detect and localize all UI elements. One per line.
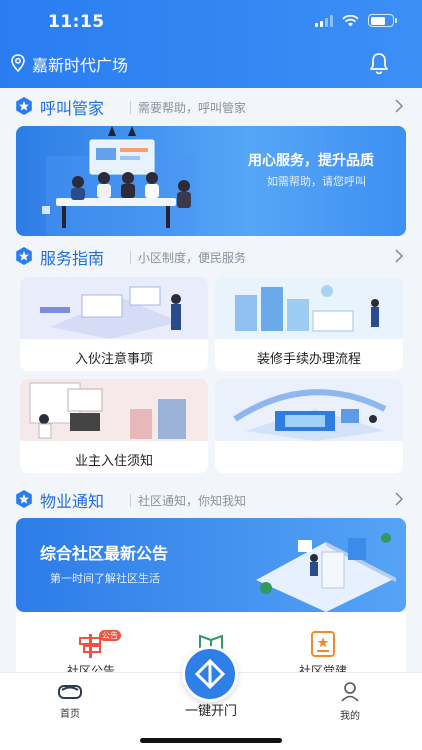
status-bar: 11:15: [0, 0, 422, 44]
community-name[interactable]: 嘉新时代广场: [32, 52, 128, 76]
guide-illustration: [215, 379, 403, 441]
door-key-icon: [194, 658, 226, 690]
notice-banner[interactable]: 综合社区最新公告 第一时间了解社区生活: [16, 518, 406, 612]
star-badge-icon: [16, 97, 32, 115]
section-subtitle: 需要帮助，呼叫管家: [138, 101, 247, 115]
section-header-guide[interactable]: 服务指南 小区制度，便民服务: [14, 242, 410, 270]
chevron-right-icon[interactable]: [394, 492, 404, 506]
star-badge-icon: [16, 247, 32, 265]
tab-label: 我的: [340, 711, 360, 722]
section-divider: [130, 494, 131, 507]
guide-card-label: 装修手续办理流程: [256, 352, 361, 367]
guide-illustration: [20, 277, 208, 339]
guide-card[interactable]: 业主入住须知: [20, 379, 208, 473]
status-icons: [315, 14, 397, 27]
status-time: 11:15: [48, 12, 105, 32]
open-door-label[interactable]: 一键开门: [171, 700, 251, 719]
guide-card-label: 入伙注意事项: [74, 352, 153, 367]
star-badge-icon: [16, 490, 32, 508]
location-bar[interactable]: 嘉新时代广场: [0, 46, 422, 80]
section-header-notice[interactable]: 物业通知 社区通知，你知我知: [14, 485, 410, 513]
guide-card-label: 业主入住须知: [74, 454, 153, 469]
guide-card[interactable]: 装修手续办理流程: [215, 277, 403, 371]
guide-card[interactable]: [215, 379, 403, 473]
banner-headline: 综合社区最新公告: [40, 544, 169, 563]
chevron-right-icon[interactable]: [394, 249, 404, 263]
section-divider: [130, 251, 131, 264]
tab-label: 首页: [60, 709, 80, 720]
home-indicator: [140, 738, 282, 743]
section-title: 服务指南: [40, 249, 105, 268]
section-header-call[interactable]: 呼叫管家 需要帮助，呼叫管家: [14, 92, 410, 120]
chevron-right-icon[interactable]: [394, 99, 404, 113]
signal-icon: [315, 14, 333, 27]
home-icon: [58, 685, 82, 699]
location-pin-icon: [11, 54, 25, 72]
section-subtitle: 社区通知，你知我知: [138, 494, 247, 508]
banner-subline: 如需帮助，请您呼叫: [267, 175, 366, 188]
guide-illustration: [20, 379, 208, 441]
tab-mine[interactable]: 我的: [320, 681, 380, 722]
user-icon: [341, 682, 359, 702]
banner-subline: 第一时间了解社区生活: [50, 572, 160, 585]
section-divider: [130, 101, 131, 114]
bell-icon[interactable]: [368, 51, 390, 75]
community-illustration: [256, 533, 396, 612]
call-butler-banner[interactable]: 用心服务，提升品质 如需帮助，请您呼叫: [16, 126, 406, 236]
battery-icon: [368, 14, 397, 27]
banner-headline: 用心服务，提升品质: [248, 153, 374, 169]
meeting-illustration: [42, 126, 196, 236]
guide-card[interactable]: 入伙注意事项: [20, 277, 208, 371]
section-subtitle: 小区制度，便民服务: [138, 251, 247, 265]
guide-illustration: [215, 277, 403, 339]
new-badge: 公告: [99, 630, 121, 641]
section-title: 物业通知: [40, 492, 105, 511]
party-emblem-icon: [311, 631, 335, 657]
tab-home[interactable]: 首页: [40, 681, 100, 720]
section-title: 呼叫管家: [40, 99, 105, 118]
open-door-button[interactable]: [182, 646, 238, 702]
wifi-icon: [342, 14, 359, 26]
